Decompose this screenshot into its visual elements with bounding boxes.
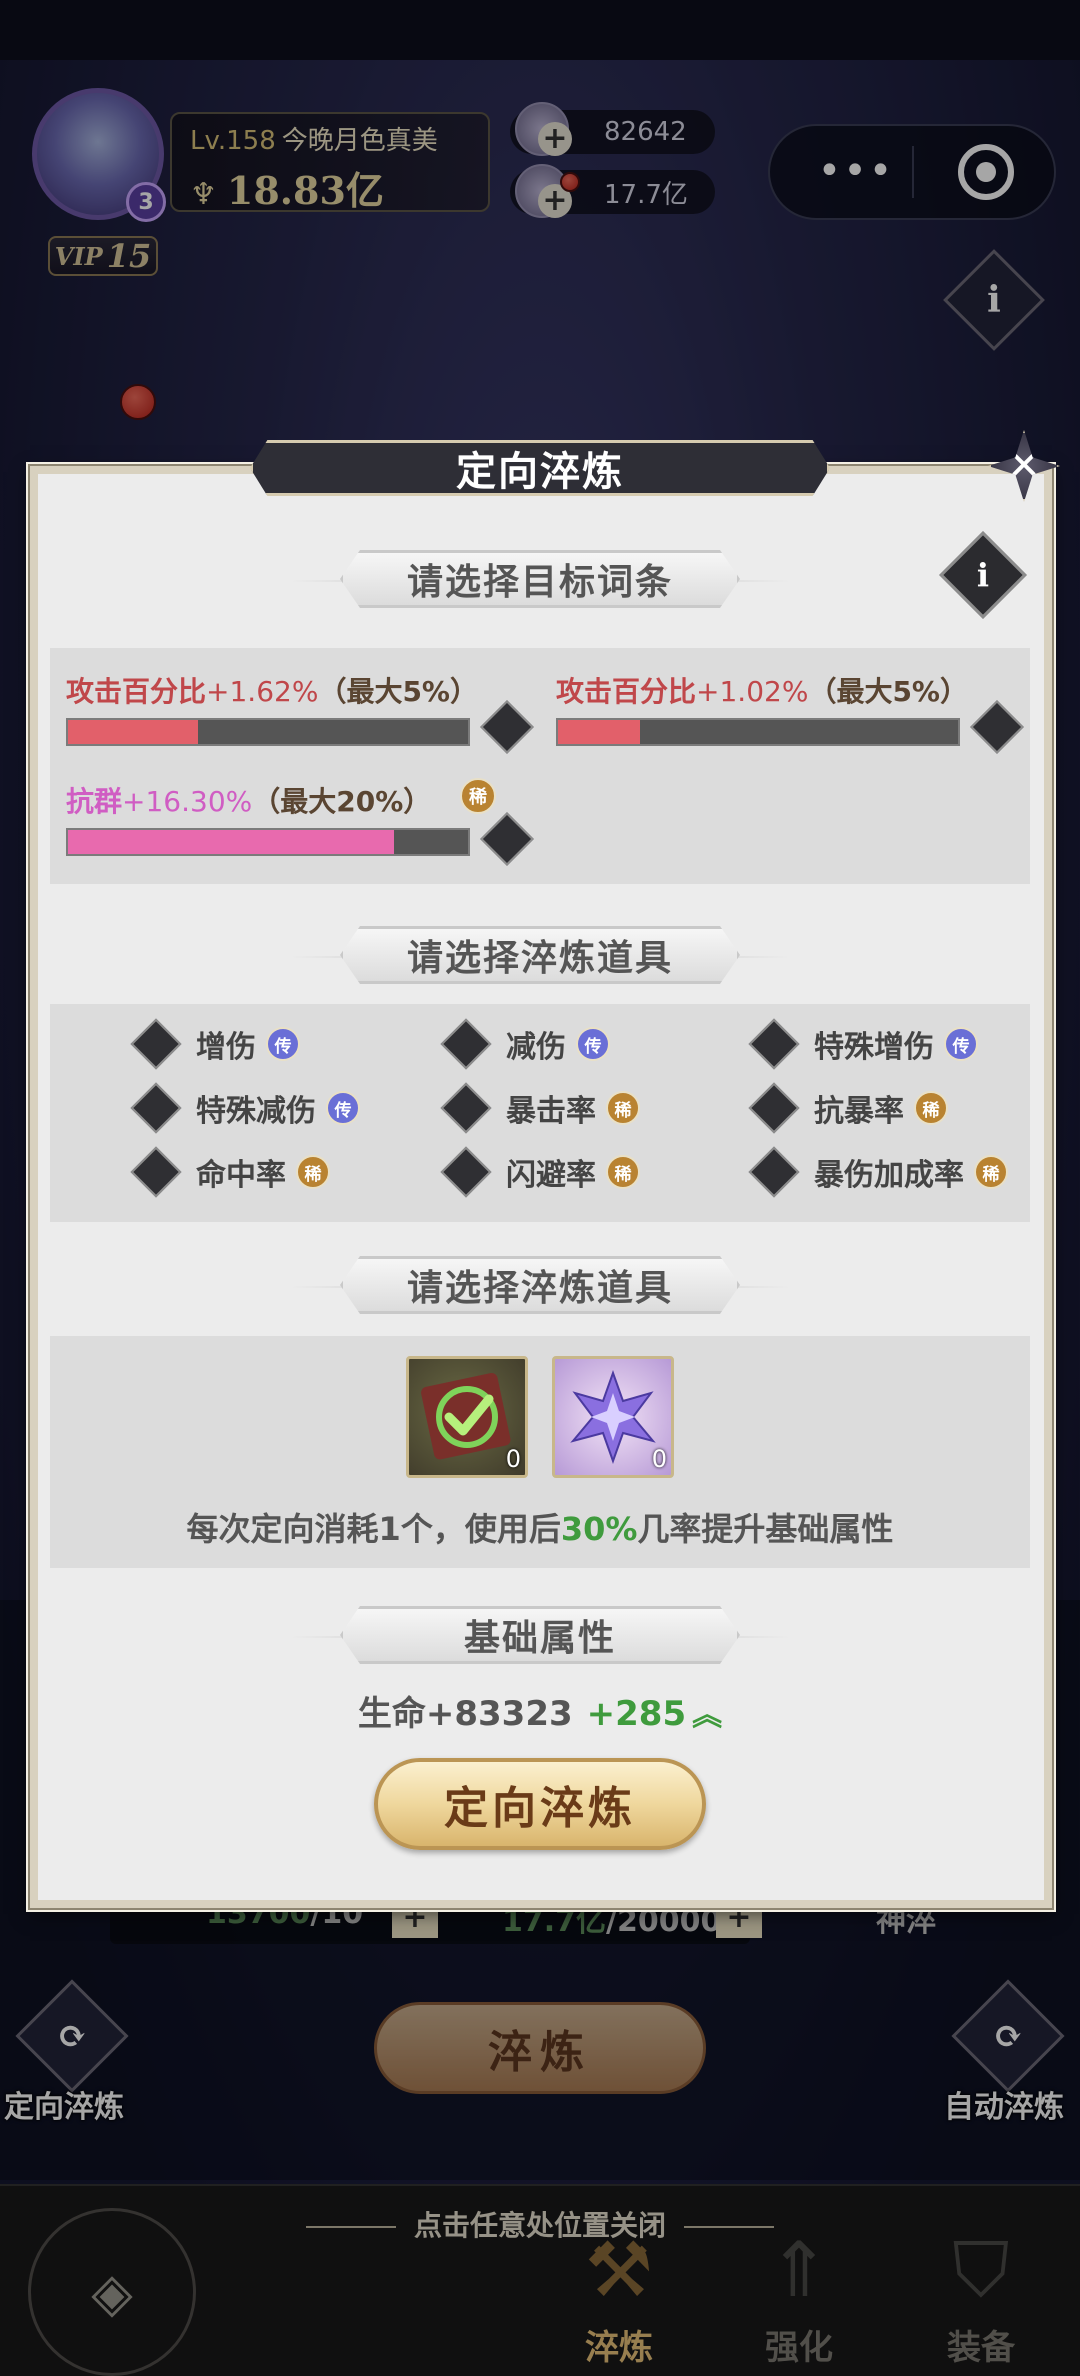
stat-value: +1.62% [206,675,319,708]
material-description: 每次定向消耗1个，使用后30%几率提升基础属性 [50,1504,1030,1550]
option-diamond [440,1146,492,1198]
option-crit-dmg-bonus[interactable]: 暴伤加成率稀 [748,1146,1008,1198]
stat-name: 抗群 [66,785,123,818]
option-dmg-reduce[interactable]: 减伤传 [440,1018,610,1070]
rare-badge: 稀 [606,1155,640,1189]
stat-1-progress-fill [68,720,198,744]
stat-max: （最大5%） [318,675,478,708]
stat-name: 攻击百分比 [556,675,697,708]
option-crit-rate[interactable]: 暴击率稀 [440,1082,640,1134]
option-diamond [130,1082,182,1134]
stat-value: +1.02% [696,675,809,708]
select-material-title: 请选择淬炼道具 [340,1256,740,1314]
option-diamond [130,1146,182,1198]
legend-badge: 传 [266,1027,300,1061]
legend-badge: 传 [944,1027,978,1061]
option-label: 暴伤加成率 [814,1158,964,1193]
option-diamond [130,1018,182,1070]
option-label: 暴击率 [506,1094,596,1129]
option-label: 特殊减伤 [196,1094,316,1129]
option-diamond [748,1018,800,1070]
target-stat-3[interactable]: 抗群+16.30%（最大20%） [66,780,431,820]
option-diamond [748,1082,800,1134]
material-slot-1[interactable]: 0 [406,1356,528,1478]
option-hit-rate[interactable]: 命中率稀 [130,1146,330,1198]
base-hp-gain: +285 [586,1694,687,1734]
rare-badge: 稀 [606,1091,640,1125]
option-special-dmg-increase[interactable]: 特殊增伤传 [748,1018,978,1070]
stat-2-progress-fill [558,720,640,744]
stat-3-progress-fill [68,830,394,854]
option-crit-resist[interactable]: 抗暴率稀 [748,1082,948,1134]
option-special-dmg-reduce[interactable]: 特殊减伤传 [130,1082,360,1134]
legend-badge: 传 [576,1027,610,1061]
material-1-count: 0 [505,1445,521,1473]
material-slot-2[interactable]: 0 [552,1356,674,1478]
directed-refine-button[interactable]: 定向淬炼 [374,1758,706,1850]
stat-name: 攻击百分比 [66,675,207,708]
select-target-stat-title: 请选择目标词条 [340,550,740,608]
rare-badge: 稀 [914,1091,948,1125]
base-hp: 生命+83323 [357,1694,573,1734]
dialog-title: 定向淬炼 [250,440,830,496]
legend-badge: 传 [326,1091,360,1125]
stat-3-progress-bar [66,828,470,856]
info-icon: i [976,556,990,594]
rare-badge: 稀 [296,1155,330,1189]
option-dodge-rate[interactable]: 闪避率稀 [440,1146,640,1198]
option-label: 增伤 [196,1030,256,1065]
option-label: 特殊增伤 [814,1030,934,1065]
option-diamond [748,1146,800,1198]
desc-text: 每次定向消耗1个，使用后 [186,1510,561,1548]
option-label: 减伤 [506,1030,566,1065]
desc-chance: 30% [560,1510,638,1548]
stat-1-progress-bar [66,718,470,746]
desc-text-end: 几率提升基础属性 [637,1510,894,1548]
option-label: 命中率 [196,1158,286,1193]
stat-2-progress-bar [556,718,960,746]
stat-max: （最大20%） [252,785,432,818]
target-stat-1[interactable]: 攻击百分比+1.62%（最大5%） [66,670,478,710]
stat-max: （最大5%） [808,675,968,708]
option-label: 抗暴率 [814,1094,904,1129]
select-item-title: 请选择淬炼道具 [340,926,740,984]
up-arrow-icon: ︽ [692,1698,723,1733]
option-diamond [440,1082,492,1134]
stat-value: +16.30% [122,785,253,818]
base-attribute-line: 生命+83323 +285 ︽ [0,1686,1080,1735]
target-stat-2[interactable]: 攻击百分比+1.02%（最大5%） [556,670,968,710]
option-label: 闪避率 [506,1158,596,1193]
option-diamond [440,1018,492,1070]
rare-badge: 稀 [460,778,496,814]
material-2-count: 0 [651,1445,667,1473]
option-dmg-increase[interactable]: 增伤传 [130,1018,300,1070]
rare-badge: 稀 [974,1155,1008,1189]
base-attribute-title: 基础属性 [340,1606,740,1664]
